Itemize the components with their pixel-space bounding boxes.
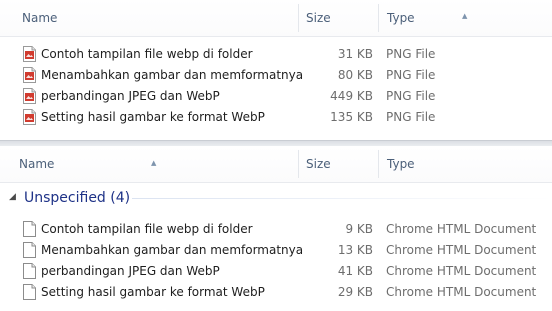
file-type: Chrome HTML Document	[386, 285, 537, 299]
file-name: perbandingan JPEG dan WebP	[41, 264, 220, 278]
column-header-type[interactable]: Type	[387, 146, 415, 182]
file-name: Menambahkan gambar dan memformatnya	[41, 243, 304, 257]
file-name: Menambahkan gambar dan memformatnya	[41, 68, 304, 82]
group-divider-line	[132, 198, 552, 199]
column-header-name[interactable]: Name	[22, 0, 57, 36]
png-image-icon	[23, 109, 36, 125]
column-header-size[interactable]: Size	[306, 146, 331, 182]
file-name: perbandingan JPEG dan WebP	[41, 89, 220, 103]
file-size: 29 KB	[337, 285, 373, 299]
file-type: Chrome HTML Document	[386, 243, 537, 257]
file-size: 135 KB	[330, 110, 373, 124]
sort-up-icon: ▲	[151, 159, 157, 167]
file-type: Chrome HTML Document	[386, 222, 537, 236]
file-row[interactable]: Setting hasil gambar ke format WebP 29 KB…	[0, 282, 552, 303]
file-size: 13 KB	[337, 243, 373, 257]
file-type: PNG File	[386, 89, 436, 103]
blank-document-icon	[23, 242, 36, 258]
column-separator[interactable]	[378, 150, 379, 178]
column-header-name[interactable]: Name	[19, 146, 54, 182]
file-type: PNG File	[386, 110, 436, 124]
file-name: Contoh tampilan file webp di folder	[41, 47, 253, 61]
file-name: Setting hasil gambar ke format WebP	[41, 285, 265, 299]
file-size: 31 KB	[337, 47, 373, 61]
group-header-unspecified[interactable]: ◢ Unspecified (4)	[0, 187, 552, 209]
group-label: Unspecified (4)	[24, 190, 131, 206]
file-name: Contoh tampilan file webp di folder	[41, 222, 253, 236]
column-header-type[interactable]: Type	[387, 0, 415, 36]
file-row[interactable]: Menambahkan gambar dan memformatnya 13 KB…	[0, 240, 552, 261]
file-size: 449 KB	[330, 89, 373, 103]
file-list-pane-bottom: Name Size Type ▲ ◢ Unspecified (4) Conto…	[0, 146, 552, 311]
blank-document-icon	[23, 284, 36, 300]
column-header-bar: Name Size Type ▲	[0, 0, 552, 37]
file-row[interactable]: Setting hasil gambar ke format WebP 135 K…	[0, 107, 552, 128]
png-image-icon	[23, 88, 36, 104]
file-row[interactable]: perbandingan JPEG dan WebP 41 KB Chrome HT…	[0, 261, 552, 282]
sort-up-icon: ▲	[462, 12, 468, 20]
file-row[interactable]: perbandingan JPEG dan WebP 449 KB PNG File	[0, 86, 552, 107]
file-type: PNG File	[386, 68, 436, 82]
file-size: 80 KB	[337, 68, 373, 82]
file-size: 9 KB	[345, 222, 373, 236]
blank-document-icon	[23, 263, 36, 279]
blank-document-icon	[23, 221, 36, 237]
file-row[interactable]: Contoh tampilan file webp di folder 31 KB…	[0, 44, 552, 65]
file-row[interactable]: Menambahkan gambar dan memformatnya 80 KB…	[0, 65, 552, 86]
file-name: Setting hasil gambar ke format WebP	[41, 110, 265, 124]
file-type: PNG File	[386, 47, 436, 61]
collapse-chevron-icon[interactable]: ◢	[9, 193, 16, 202]
file-list-pane-top: Name Size Type ▲ Contoh tampilan file we…	[0, 0, 552, 140]
png-image-icon	[23, 46, 36, 62]
file-size: 41 KB	[337, 264, 373, 278]
column-separator[interactable]	[298, 150, 299, 178]
column-separator[interactable]	[298, 4, 299, 32]
png-image-icon	[23, 67, 36, 83]
column-header-bar: Name Size Type ▲	[0, 146, 552, 183]
file-row[interactable]: Contoh tampilan file webp di folder 9 KB C…	[0, 219, 552, 240]
column-header-size[interactable]: Size	[306, 0, 331, 36]
file-type: Chrome HTML Document	[386, 264, 537, 278]
column-separator[interactable]	[378, 4, 379, 32]
